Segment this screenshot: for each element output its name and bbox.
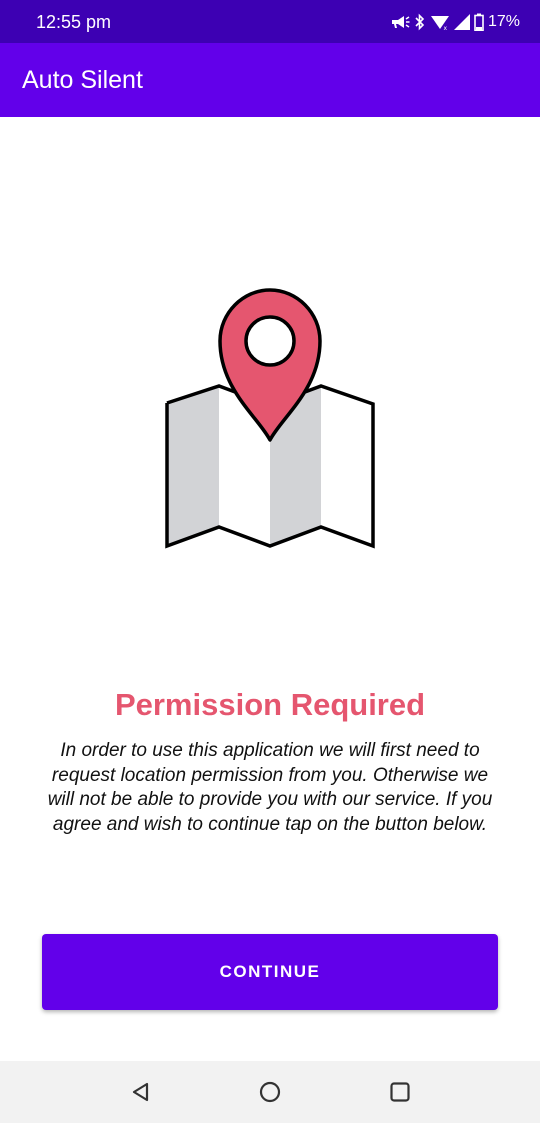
svg-text:x: x <box>443 25 447 31</box>
permission-title: Permission Required <box>114 687 426 722</box>
status-time: 12:55 pm <box>36 12 112 32</box>
recents-icon[interactable] <box>385 1077 415 1107</box>
battery-icon <box>474 13 484 31</box>
bluetooth-icon <box>415 13 425 31</box>
wifi-icon: x <box>430 16 449 31</box>
home-icon[interactable] <box>255 1077 285 1107</box>
map-panel-4 <box>321 386 373 546</box>
continue-button-label: CONTINUE <box>219 962 321 981</box>
signal-icon <box>453 14 470 30</box>
battery-percentage: 17% <box>487 13 520 30</box>
continue-button[interactable]: CONTINUE <box>42 934 498 1010</box>
back-icon[interactable] <box>125 1077 155 1107</box>
status-bar: 12:55 pm x 17% <box>0 0 540 43</box>
map-pin-icon <box>165 288 375 549</box>
map-panel-1 <box>167 386 219 546</box>
permission-message: In order to use this application we will… <box>47 740 493 835</box>
megaphone-icon <box>391 16 410 28</box>
pin-hole <box>244 315 296 367</box>
status-icons: x 17% <box>390 11 520 33</box>
app-bar: Auto Silent <box>0 43 540 117</box>
app-title: Auto Silent <box>22 66 143 94</box>
navigation-bar <box>0 1061 540 1123</box>
